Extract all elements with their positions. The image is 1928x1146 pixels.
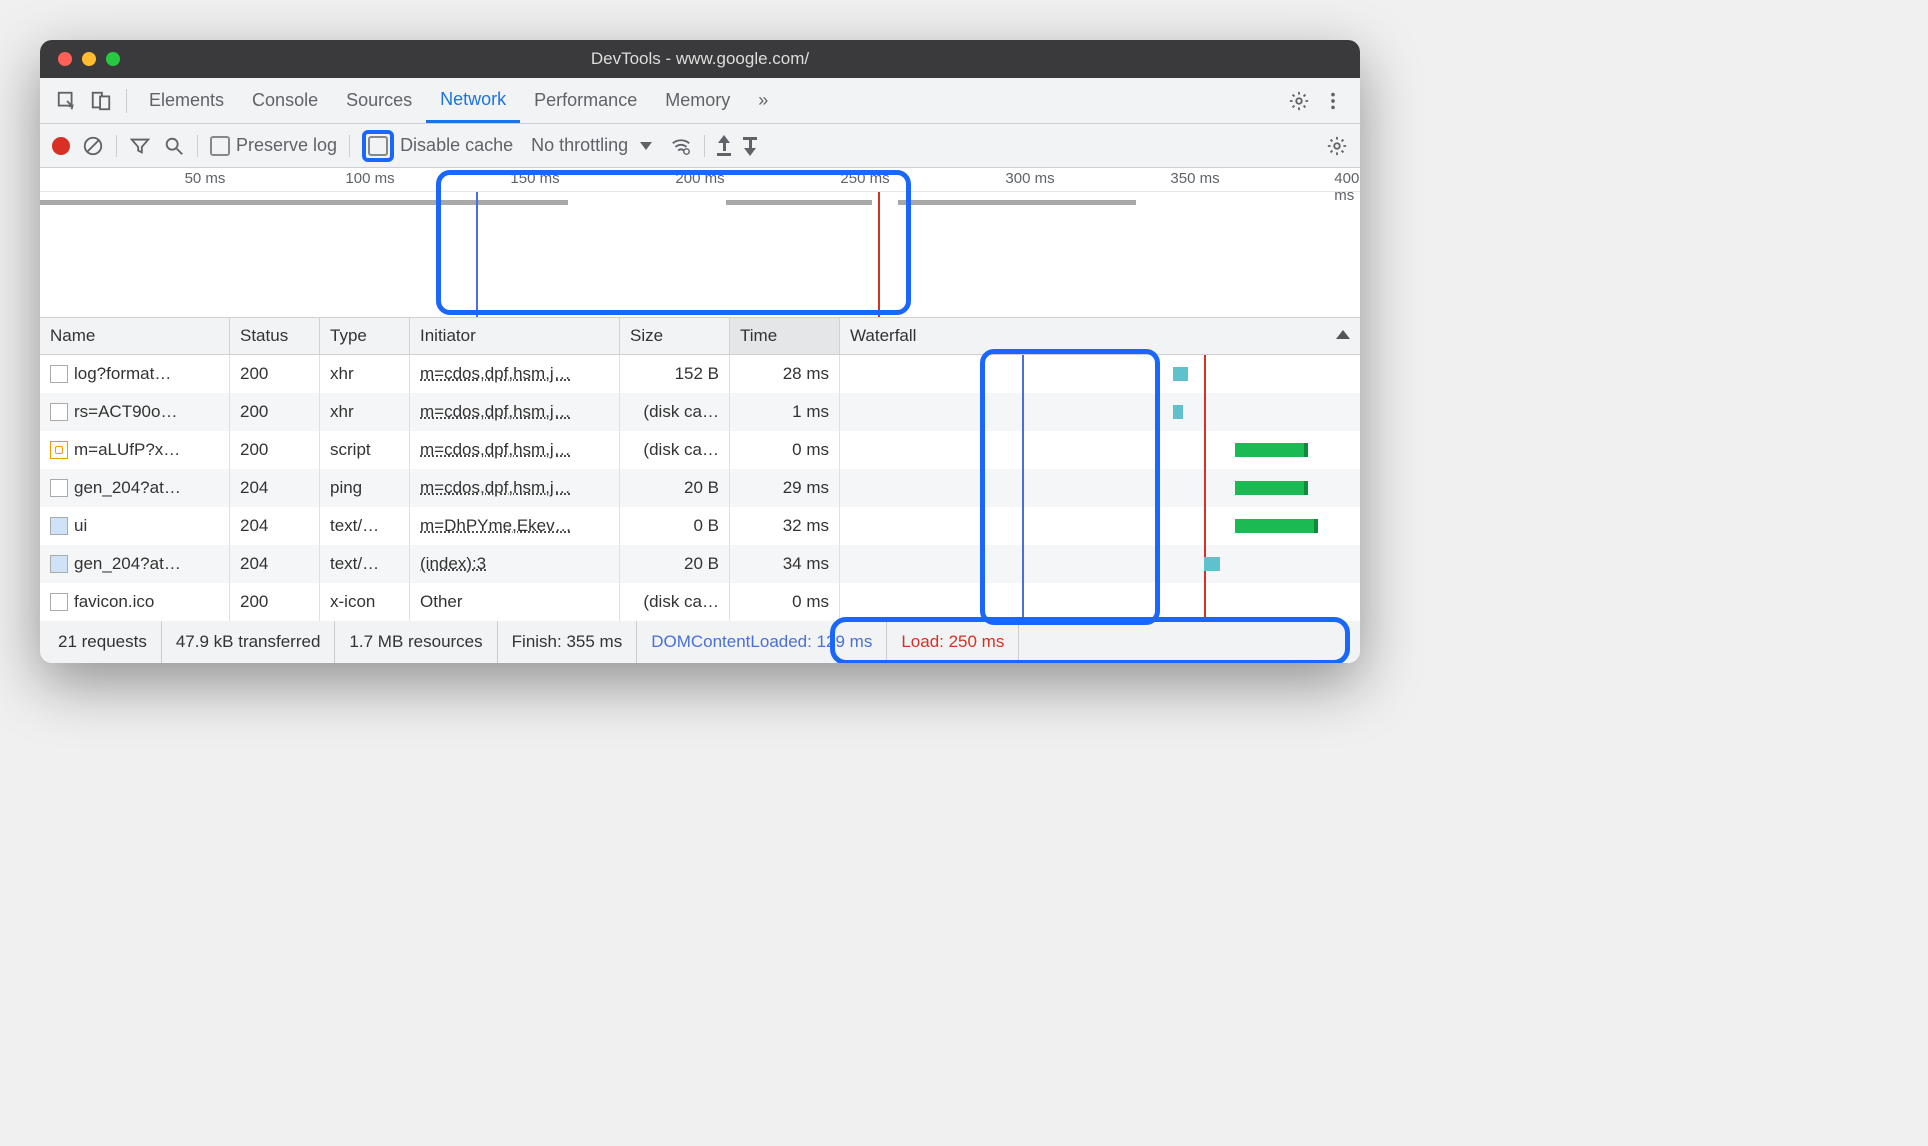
devtools-window: DevTools - www.google.com/ Elements Cons… xyxy=(40,40,1360,663)
request-table: log?format…200xhrm=cdos,dpf,hsm,j…152 B2… xyxy=(40,355,1360,621)
table-headers: Name Status Type Initiator Size Time Wat… xyxy=(40,318,1360,355)
request-name: gen_204?at… xyxy=(74,554,181,574)
clear-icon[interactable] xyxy=(82,135,104,157)
request-name: m=aLUfP?x… xyxy=(74,440,180,460)
highlight-annotation xyxy=(362,130,394,162)
initiator-link[interactable]: m=cdos,dpf,hsm,j… xyxy=(420,402,571,422)
col-status[interactable]: Status xyxy=(230,318,320,354)
table-row[interactable]: gen_204?at…204pingm=cdos,dpf,hsm,j…20 B2… xyxy=(40,469,1360,507)
col-initiator[interactable]: Initiator xyxy=(410,318,620,354)
file-type-icon xyxy=(50,365,68,383)
resources-size: 1.7 MB resources xyxy=(335,621,497,663)
settings-icon[interactable] xyxy=(1326,135,1348,157)
window-title: DevTools - www.google.com/ xyxy=(40,49,1360,69)
filter-icon[interactable] xyxy=(129,135,151,157)
initiator-link[interactable]: m=cdos,dpf,hsm,j… xyxy=(420,478,571,498)
request-name: log?format… xyxy=(74,364,171,384)
col-name[interactable]: Name xyxy=(40,318,230,354)
sort-ascending-icon xyxy=(1336,330,1350,339)
table-row[interactable]: favicon.ico200x-iconOther(disk ca…0 ms xyxy=(40,583,1360,621)
settings-icon[interactable] xyxy=(1282,84,1316,118)
request-name: favicon.ico xyxy=(74,592,154,612)
request-name: rs=ACT90o… xyxy=(74,402,177,422)
network-toolbar: Preserve log Disable cache No throttling xyxy=(40,124,1360,168)
initiator-link[interactable]: m=cdos,dpf,hsm,j… xyxy=(420,440,571,460)
request-name: ui xyxy=(74,516,87,536)
file-type-icon xyxy=(50,555,68,573)
highlight-annotation xyxy=(436,170,911,315)
file-type-icon xyxy=(50,517,68,535)
tab-elements[interactable]: Elements xyxy=(135,78,238,123)
initiator-link[interactable]: m=cdos,dpf,hsm,j… xyxy=(420,364,571,384)
tab-sources[interactable]: Sources xyxy=(332,78,426,123)
table-row[interactable]: ui204text/…m=DhPYme,Ekev…0 B32 ms xyxy=(40,507,1360,545)
network-conditions-icon[interactable] xyxy=(670,135,692,157)
chevron-down-icon xyxy=(640,142,652,150)
file-type-icon xyxy=(50,441,68,459)
throttling-select[interactable]: No throttling xyxy=(525,135,658,156)
record-button[interactable] xyxy=(52,137,70,155)
preserve-log-checkbox[interactable]: Preserve log xyxy=(210,135,337,156)
col-size[interactable]: Size xyxy=(620,318,730,354)
table-row[interactable]: m=aLUfP?x…200scriptm=cdos,dpf,hsm,j…(dis… xyxy=(40,431,1360,469)
export-har-icon[interactable] xyxy=(717,135,731,156)
tab-performance[interactable]: Performance xyxy=(520,78,651,123)
file-type-icon xyxy=(50,593,68,611)
initiator-link: Other xyxy=(420,592,463,612)
tab-console[interactable]: Console xyxy=(238,78,332,123)
tab-memory[interactable]: Memory xyxy=(651,78,744,123)
request-name: gen_204?at… xyxy=(74,478,181,498)
initiator-link[interactable]: (index):3 xyxy=(420,554,486,574)
transferred-size: 47.9 kB transferred xyxy=(162,621,336,663)
inspect-element-icon[interactable] xyxy=(50,84,84,118)
kebab-menu-icon[interactable] xyxy=(1316,84,1350,118)
table-row[interactable]: rs=ACT90o…200xhrm=cdos,dpf,hsm,j…(disk c… xyxy=(40,393,1360,431)
titlebar: DevTools - www.google.com/ xyxy=(40,40,1360,78)
overview-timeline[interactable]: 50 ms 100 ms 150 ms 200 ms 250 ms 300 ms… xyxy=(40,168,1360,318)
file-type-icon xyxy=(50,403,68,421)
import-har-icon[interactable] xyxy=(743,135,757,156)
status-bar: 21 requests 47.9 kB transferred 1.7 MB r… xyxy=(40,621,1360,663)
highlight-annotation xyxy=(980,349,1160,625)
col-type[interactable]: Type xyxy=(320,318,410,354)
file-type-icon xyxy=(50,479,68,497)
col-time[interactable]: Time xyxy=(730,318,840,354)
table-row[interactable]: log?format…200xhrm=cdos,dpf,hsm,j…152 B2… xyxy=(40,355,1360,393)
table-row[interactable]: gen_204?at…204text/…(index):320 B34 ms xyxy=(40,545,1360,583)
device-toolbar-icon[interactable] xyxy=(84,84,118,118)
initiator-link[interactable]: m=DhPYme,Ekev… xyxy=(420,516,572,536)
requests-count: 21 requests xyxy=(44,621,162,663)
finish-time: Finish: 355 ms xyxy=(498,621,638,663)
tab-network[interactable]: Network xyxy=(426,78,520,123)
panel-tabs: Elements Console Sources Network Perform… xyxy=(40,78,1360,124)
disable-cache-checkbox[interactable]: Disable cache xyxy=(362,130,513,162)
more-tabs[interactable]: » xyxy=(744,78,782,123)
search-icon[interactable] xyxy=(163,135,185,157)
